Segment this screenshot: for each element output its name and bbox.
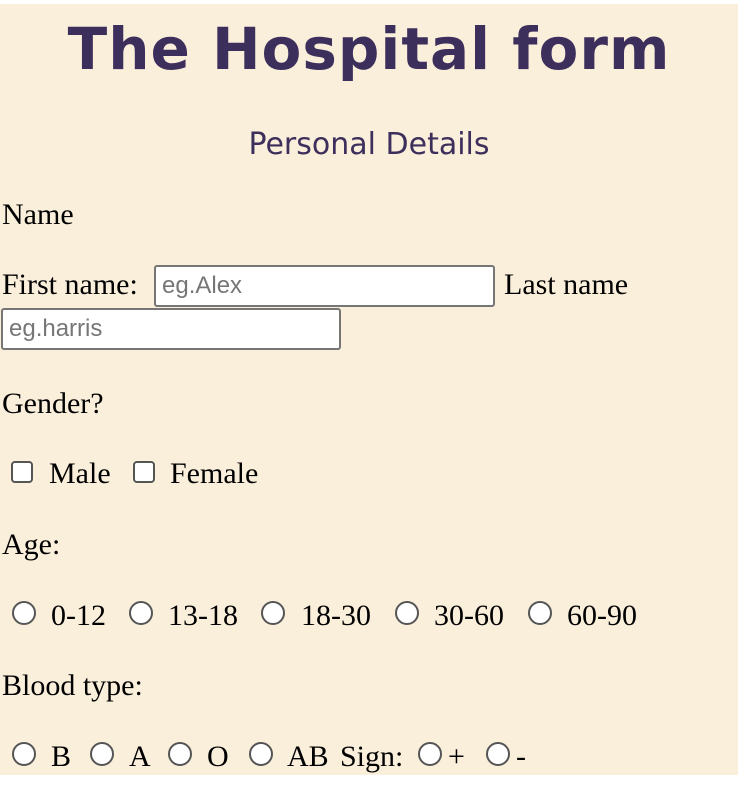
gender-female-checkbox[interactable] <box>133 461 155 483</box>
blood-label-o: O <box>207 740 229 773</box>
gender-male-label: Male <box>49 457 111 490</box>
blood-radio-a[interactable] <box>90 742 114 766</box>
sign-label-minus: - <box>516 740 526 773</box>
age-radio-0-12[interactable] <box>12 601 36 625</box>
gender-female-label: Female <box>170 457 259 490</box>
blood-radio-b[interactable] <box>12 742 36 766</box>
blood-label-b: B <box>51 740 72 773</box>
blood-label-a: A <box>129 740 151 773</box>
last-name-input[interactable] <box>1 308 341 350</box>
sign-radio-minus[interactable] <box>486 742 510 766</box>
sign-label-plus: + <box>448 740 465 773</box>
age-radio-60-90[interactable] <box>528 601 552 625</box>
age-label-18-30: 18-30 <box>301 599 371 632</box>
age-label-13-18: 13-18 <box>168 599 238 632</box>
first-name-label: First name: <box>2 268 138 301</box>
age-label-30-60: 30-60 <box>434 599 504 632</box>
age-radio-30-60[interactable] <box>395 601 419 625</box>
form-page: The Hospital form Personal Details Name … <box>0 4 738 775</box>
age-label-60-90: 60-90 <box>567 599 637 632</box>
first-name-input[interactable] <box>154 265 495 307</box>
blood-type-question: Blood type: <box>2 669 143 702</box>
gender-question: Gender? <box>2 387 104 420</box>
gender-male-checkbox[interactable] <box>11 461 33 483</box>
age-radio-13-18[interactable] <box>129 601 153 625</box>
page-title: The Hospital form <box>67 15 671 83</box>
sign-label: Sign: <box>340 740 404 773</box>
section-subtitle: Personal Details <box>248 127 490 162</box>
blood-radio-o[interactable] <box>168 742 192 766</box>
sign-radio-plus[interactable] <box>418 742 442 766</box>
blood-radio-ab[interactable] <box>249 742 273 766</box>
name-heading: Name <box>2 198 74 231</box>
age-radio-18-30[interactable] <box>261 601 285 625</box>
blood-label-ab: AB <box>287 740 329 773</box>
age-question: Age: <box>2 528 61 561</box>
age-label-0-12: 0-12 <box>51 599 106 632</box>
last-name-label: Last name <box>504 268 629 301</box>
